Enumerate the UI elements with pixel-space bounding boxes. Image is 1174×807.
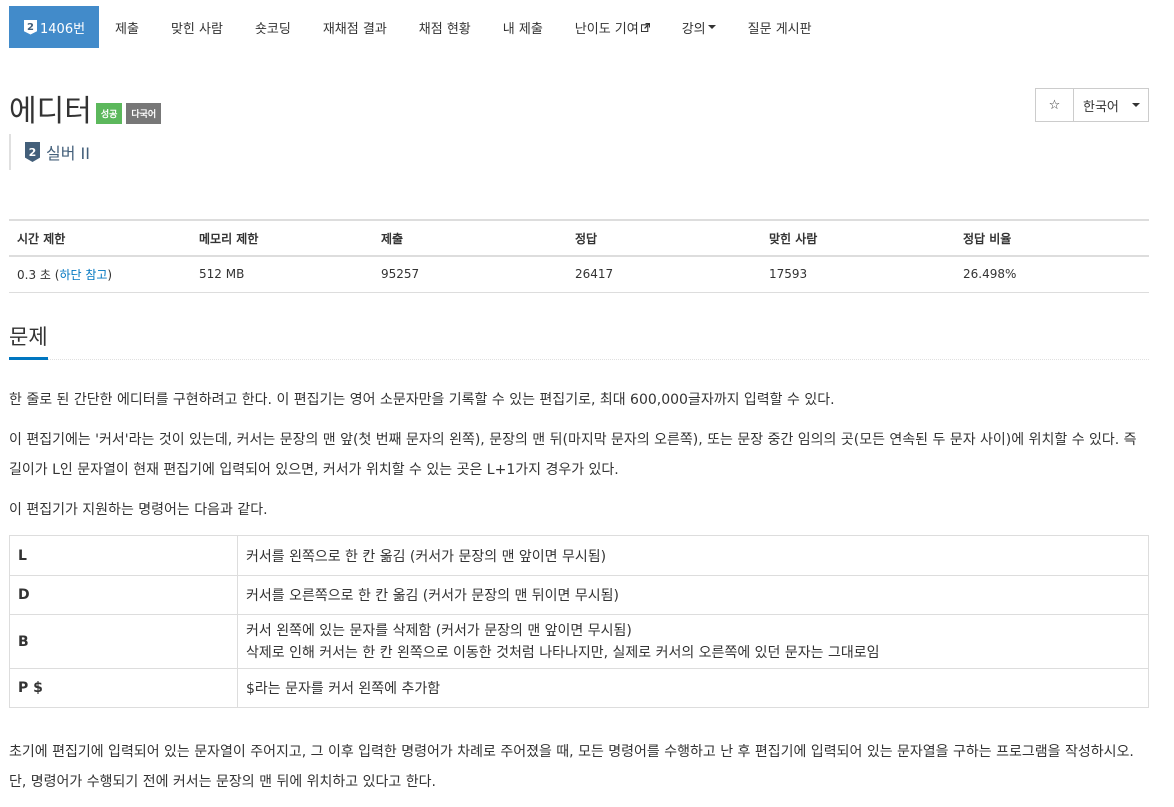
time-limit-cell: 0.3 초 (하단 참고) bbox=[9, 256, 191, 293]
tab-solvers-label: 맞힌 사람 bbox=[170, 21, 223, 37]
tab-my-submissions-label: 내 제출 bbox=[502, 21, 543, 37]
tab-difficulty-contribution[interactable]: 난이도 기여 bbox=[559, 6, 666, 48]
header-time-limit: 시간 제한 bbox=[9, 219, 191, 257]
problem-paragraph-1: 한 줄로 된 간단한 에디터를 구현하려고 한다. 이 편집기는 영어 소문자만… bbox=[9, 392, 835, 408]
table-row: D 커서를 오른쪽으로 한 칸 옮김 (커서가 문장의 맨 뒤이면 무시됨) bbox=[9, 575, 1149, 615]
tier-info: 2 실버 II bbox=[9, 134, 90, 170]
command-desc: 커서 왼쪽에 있는 문자를 삭제함 (커서가 문장의 맨 앞이면 무시됨) 삭제… bbox=[237, 614, 1149, 669]
silver-tier-icon: 2 bbox=[25, 142, 40, 162]
command-key: P $ bbox=[9, 668, 238, 708]
star-icon: ☆ bbox=[1048, 97, 1061, 113]
star-button[interactable]: ☆ bbox=[1035, 88, 1073, 122]
time-limit-value: 0.3 초 ( bbox=[17, 267, 60, 282]
tier-label[interactable]: 실버 II bbox=[46, 140, 90, 164]
problem-actions: ☆ 한국어 bbox=[1035, 88, 1149, 122]
solvers-cell: 17593 bbox=[761, 256, 955, 293]
tab-question-board[interactable]: 질문 게시판 bbox=[732, 6, 828, 48]
tab-short-coding-label: 숏코딩 bbox=[254, 21, 291, 37]
command-desc-line-1: 커서 왼쪽에 있는 문자를 삭제함 (커서가 문장의 맨 앞이면 무시됨) bbox=[246, 622, 632, 639]
status-badge: 성공 bbox=[95, 102, 123, 124]
problem-paragraph-3: 이 편집기가 지원하는 명령어는 다음과 같다. bbox=[9, 502, 268, 518]
header-accepted: 정답 bbox=[567, 219, 761, 257]
tab-my-submissions[interactable]: 내 제출 bbox=[487, 6, 559, 48]
command-key: B bbox=[9, 614, 238, 669]
chevron-down-icon bbox=[1132, 103, 1140, 107]
section-title: 문제 bbox=[9, 321, 48, 360]
tab-problem-label: 1406번 bbox=[40, 21, 86, 37]
caret-down-icon bbox=[707, 25, 716, 29]
tab-submit[interactable]: 제출 bbox=[99, 6, 155, 48]
commands-table: L 커서를 왼쪽으로 한 칸 옮김 (커서가 문장의 맨 앞이면 무시됨) D … bbox=[9, 535, 1149, 708]
tab-submit-label: 제출 bbox=[115, 21, 139, 37]
table-row: P $ $라는 문자를 커서 왼쪽에 추가함 bbox=[9, 668, 1149, 708]
table-row: L 커서를 왼쪽으로 한 칸 옮김 (커서가 문장의 맨 앞이면 무시됨) bbox=[9, 535, 1149, 576]
tab-difficulty-label: 난이도 기여 bbox=[574, 21, 639, 37]
problem-title-row: 에디터 성공 다국어 bbox=[9, 86, 162, 130]
accepted-cell: 26417 bbox=[567, 256, 761, 293]
problem-section-header: 문제 bbox=[9, 321, 1149, 360]
time-limit-note-link[interactable]: 하단 참고 bbox=[59, 268, 107, 282]
external-link-icon bbox=[640, 22, 650, 32]
problem-tab-bar: 2 1406번 제출 맞힌 사람 숏코딩 재채점 결과 채점 현황 내 제출 난… bbox=[9, 6, 828, 48]
language-dropdown[interactable]: 한국어 bbox=[1073, 88, 1149, 122]
problem-paragraph-2: 이 편집기에는 '커서'라는 것이 있는데, 커서는 문장의 맨 앞(첫 번째 … bbox=[9, 432, 1137, 478]
silver-tier-icon: 2 bbox=[24, 19, 37, 35]
command-desc-line-2: 삭제로 인해 커서는 한 칸 왼쪽으로 이동한 것처럼 나타나지만, 실제로 커… bbox=[246, 644, 880, 661]
header-solvers: 맞힌 사람 bbox=[761, 219, 955, 257]
command-desc: 커서를 오른쪽으로 한 칸 옮김 (커서가 문장의 맨 뒤이면 무시됨) bbox=[237, 575, 1149, 615]
tab-rejudge-results-label: 재채점 결과 bbox=[322, 21, 387, 37]
table-header-row: 시간 제한 메모리 제한 제출 정답 맞힌 사람 정답 비율 bbox=[9, 219, 1149, 257]
language-label: 한국어 bbox=[1083, 99, 1119, 115]
command-key: D bbox=[9, 575, 238, 615]
problem-info-table: 시간 제한 메모리 제한 제출 정답 맞힌 사람 정답 비율 0.3 초 (하단… bbox=[9, 219, 1149, 293]
submissions-cell: 95257 bbox=[373, 256, 567, 293]
header-submissions: 제출 bbox=[373, 219, 567, 257]
problem-title: 에디터 bbox=[9, 94, 92, 129]
header-memory-limit: 메모리 제한 bbox=[191, 219, 373, 257]
header-ratio: 정답 비율 bbox=[955, 219, 1149, 257]
memory-limit-cell: 512 MB bbox=[191, 256, 373, 293]
command-key: L bbox=[9, 535, 238, 576]
command-desc: $라는 문자를 커서 왼쪽에 추가함 bbox=[237, 668, 1149, 708]
tab-judge-status-label: 채점 현황 bbox=[418, 21, 471, 37]
tab-solvers[interactable]: 맞힌 사람 bbox=[155, 6, 239, 48]
tab-lectures-label: 강의 bbox=[681, 21, 706, 37]
problem-paragraph-4: 초기에 편집기에 입력되어 있는 문자열이 주어지고, 그 이후 입력한 명령어… bbox=[9, 744, 1134, 790]
tab-judge-status[interactable]: 채점 현황 bbox=[403, 6, 487, 48]
tab-question-board-label: 질문 게시판 bbox=[747, 21, 812, 37]
table-row: B 커서 왼쪽에 있는 문자를 삭제함 (커서가 문장의 맨 앞이면 무시됨) … bbox=[9, 614, 1149, 669]
command-desc: 커서를 왼쪽으로 한 칸 옮김 (커서가 문장의 맨 앞이면 무시됨) bbox=[237, 535, 1149, 576]
time-limit-close: ) bbox=[107, 267, 113, 282]
table-row: 0.3 초 (하단 참고) 512 MB 95257 26417 17593 2… bbox=[9, 256, 1149, 293]
multilanguage-badge: 다국어 bbox=[126, 102, 162, 124]
tab-problem[interactable]: 2 1406번 bbox=[9, 6, 100, 48]
tab-rejudge-results[interactable]: 재채점 결과 bbox=[307, 6, 403, 48]
tab-lectures[interactable]: 강의 bbox=[666, 6, 732, 48]
tab-short-coding[interactable]: 숏코딩 bbox=[239, 6, 307, 48]
ratio-cell: 26.498% bbox=[955, 256, 1149, 293]
